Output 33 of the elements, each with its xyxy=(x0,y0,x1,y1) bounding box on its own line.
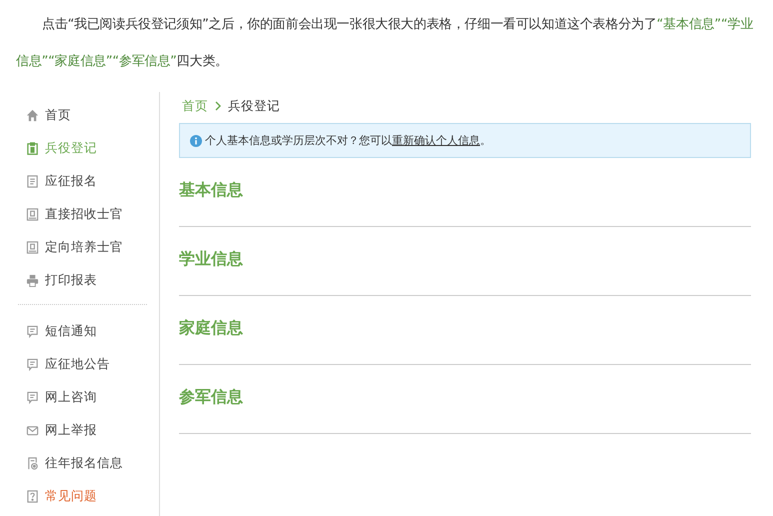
sidebar-item[interactable]: 直接招收士官 xyxy=(26,198,159,231)
sidebar-item[interactable]: 定向培养士官 xyxy=(26,231,159,264)
sidebar-item[interactable]: 打印报表 xyxy=(26,264,159,297)
intro-paragraph: 点击“我已阅读兵役登记须知”之后，你的面前会出现一张很大很大的表格，仔细一看可以知道这个表格分为了“基本信息”“学业信息”“家庭信息”“参军信息”四大类。 xyxy=(15,16,754,71)
mail-icon xyxy=(26,424,39,437)
help-icon xyxy=(26,490,39,503)
chat-icon xyxy=(26,358,39,371)
home-icon xyxy=(26,109,39,122)
clipboard-icon xyxy=(26,142,39,155)
info-icon xyxy=(190,134,202,146)
sidebar-item[interactable]: 应征报名 xyxy=(26,165,159,198)
section-heading: 学业信息 xyxy=(179,249,243,270)
sidebar-item[interactable]: 首页 xyxy=(26,99,159,132)
reconfirm-link[interactable]: 重新确认个人信息 xyxy=(392,134,480,147)
sidebar-item[interactable]: 应征地公告 xyxy=(26,348,159,381)
id-badge-icon xyxy=(26,241,39,254)
sidebar-item[interactable]: 短信通知 xyxy=(26,315,159,348)
chat-icon xyxy=(26,391,39,404)
section-heading: 参军信息 xyxy=(179,387,243,408)
section-heading: 家庭信息 xyxy=(179,318,243,339)
sidebar-item[interactable]: 网上举报 xyxy=(26,414,159,447)
breadcrumb-current: 兵役登记 xyxy=(228,98,280,114)
id-badge-icon xyxy=(26,208,39,221)
printer-icon xyxy=(26,274,39,287)
sidebar-item[interactable]: 常见问题 xyxy=(26,480,159,513)
notice-text: 个人基本信息或学历层次不对？您可以重新确认个人信息。 xyxy=(205,133,491,148)
chat-icon xyxy=(26,325,39,338)
sidebar-item[interactable]: 网上咨询 xyxy=(26,381,159,414)
document-icon xyxy=(26,175,39,188)
chevron-right-icon xyxy=(215,101,221,111)
sidebar-item[interactable]: 往年报名信息 xyxy=(26,447,159,480)
document-icon xyxy=(26,457,39,470)
section-heading: 基本信息 xyxy=(179,180,243,201)
